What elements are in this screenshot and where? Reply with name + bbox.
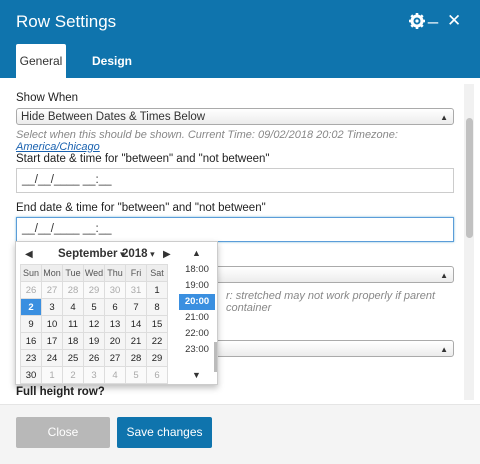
calendar-day[interactable]: 9 xyxy=(20,315,42,333)
time-option[interactable]: 23:00 xyxy=(179,342,215,358)
calendar-day[interactable]: 4 xyxy=(104,366,126,384)
calendar-day[interactable]: 28 xyxy=(125,349,147,367)
calendar-day[interactable]: 6 xyxy=(104,298,126,316)
year-select[interactable]: 2018 ▾ xyxy=(122,248,155,260)
weekday-header: Tue xyxy=(62,264,84,282)
end-label: End date & time for "between" and "not b… xyxy=(16,202,266,214)
calendar-day[interactable]: 26 xyxy=(83,349,105,367)
month-label: September xyxy=(58,248,118,260)
calendar-day[interactable]: 3 xyxy=(83,366,105,384)
calendar-day[interactable]: 7 xyxy=(125,298,147,316)
year-label: 2018 xyxy=(122,248,148,260)
calendar-day[interactable]: 19 xyxy=(83,332,105,350)
calendar-day[interactable]: 25 xyxy=(62,349,84,367)
hint-text: Select when this should be shown. Curren… xyxy=(16,129,398,141)
calendar-day[interactable]: 14 xyxy=(125,315,147,333)
calendar-day[interactable]: 2 xyxy=(20,298,42,316)
dialog-title: Row Settings xyxy=(16,12,117,31)
calendar-day[interactable]: 6 xyxy=(146,366,168,384)
start-label: Start date & time for "between" and "not… xyxy=(16,153,270,165)
close-icon[interactable]: ✕ xyxy=(447,11,461,31)
calendar-day[interactable]: 29 xyxy=(83,281,105,299)
weekday-header: Fri xyxy=(125,264,147,282)
dialog-footer: Close Save changes xyxy=(0,404,480,464)
weekday-header: Thu xyxy=(104,264,126,282)
select-arrows-icon: ▲ xyxy=(440,345,448,354)
datetime-picker: ◀ September ▾ 2018 ▾ ▶ ▲ Sun Mon Tue Wed Thu… xyxy=(15,241,218,385)
calendar-day[interactable]: 23 xyxy=(20,349,42,367)
weekday-header: Sat xyxy=(146,264,168,282)
calendar-day[interactable]: 18 xyxy=(62,332,84,350)
calendar-day[interactable]: 27 xyxy=(41,281,63,299)
calendar-day[interactable]: 29 xyxy=(146,349,168,367)
calendar-day[interactable]: 22 xyxy=(146,332,168,350)
time-scrollbar[interactable] xyxy=(214,342,217,372)
month-select[interactable]: September ▾ xyxy=(58,248,124,260)
weekday-header: Sun xyxy=(20,264,42,282)
show-when-value: Hide Between Dates & Times Below xyxy=(21,111,206,123)
tab-design-options[interactable]: Design Options xyxy=(72,44,152,102)
tab-general[interactable]: General xyxy=(16,44,66,78)
calendar-day[interactable]: 2 xyxy=(62,366,84,384)
calendar-day[interactable]: 31 xyxy=(125,281,147,299)
dialog-header: Row Settings _ ✕ General Design Options xyxy=(0,0,480,102)
save-changes-button[interactable]: Save changes xyxy=(117,417,212,448)
end-datetime-input[interactable]: __/__/____ __:__ xyxy=(16,217,454,242)
time-down-icon[interactable]: ▼ xyxy=(192,370,201,380)
show-when-label: Show When xyxy=(16,92,79,104)
calendar-day[interactable]: 20 xyxy=(104,332,126,350)
time-option[interactable]: 18:00 xyxy=(179,262,215,278)
minimize-icon[interactable]: _ xyxy=(428,4,438,25)
weekday-header: Wed xyxy=(83,264,105,282)
calendar-day[interactable]: 10 xyxy=(41,315,63,333)
calendar-day[interactable]: 21 xyxy=(125,332,147,350)
calendar-day[interactable]: 30 xyxy=(104,281,126,299)
scrollbar-thumb[interactable] xyxy=(466,118,473,238)
calendar-day[interactable]: 3 xyxy=(41,298,63,316)
calendar-day[interactable]: 27 xyxy=(104,349,126,367)
close-button[interactable]: Close xyxy=(16,417,110,448)
calendar-day[interactable]: 8 xyxy=(146,298,168,316)
calendar-day[interactable]: 1 xyxy=(41,366,63,384)
calendar-day[interactable]: 24 xyxy=(41,349,63,367)
calendar-day[interactable]: 5 xyxy=(125,366,147,384)
time-list: 18:00 19:00 20:00 21:00 22:00 23:00 xyxy=(179,262,215,380)
timezone-link[interactable]: America/Chicago xyxy=(16,141,100,153)
time-option[interactable]: 22:00 xyxy=(179,326,215,342)
prev-month-icon[interactable]: ◀ xyxy=(25,249,33,260)
weekday-header: Mon xyxy=(41,264,63,282)
stretch-hint: r: stretched may not work properly if pa… xyxy=(226,290,436,314)
calendar-day[interactable]: 17 xyxy=(41,332,63,350)
calendar-day[interactable]: 26 xyxy=(20,281,42,299)
calendar-day[interactable]: 30 xyxy=(20,366,42,384)
time-up-icon[interactable]: ▲ xyxy=(192,248,201,258)
full-height-label: Full height row? xyxy=(16,386,105,398)
time-option[interactable]: 21:00 xyxy=(179,310,215,326)
calendar-day[interactable]: 13 xyxy=(104,315,126,333)
calendar-grid: Sun Mon Tue Wed Thu Fri Sat 26 27 28 29 30 31 1 2 3 4 5 6… xyxy=(20,264,168,384)
show-when-hint: Select when this should be shown. Curren… xyxy=(16,129,480,153)
calendar-day[interactable]: 15 xyxy=(146,315,168,333)
calendar-day[interactable]: 12 xyxy=(83,315,105,333)
calendar-day[interactable]: 28 xyxy=(62,281,84,299)
calendar-day[interactable]: 1 xyxy=(146,281,168,299)
next-month-icon[interactable]: ▶ xyxy=(163,249,171,260)
calendar-day[interactable]: 11 xyxy=(62,315,84,333)
calendar-day[interactable]: 16 xyxy=(20,332,42,350)
select-arrows-icon: ▲ xyxy=(440,113,448,122)
start-datetime-input[interactable]: __/__/____ __:__ xyxy=(16,168,454,193)
calendar-day[interactable]: 4 xyxy=(62,298,84,316)
calendar-day[interactable]: 5 xyxy=(83,298,105,316)
time-option[interactable]: 19:00 xyxy=(179,278,215,294)
time-option[interactable]: 20:00 xyxy=(179,294,215,310)
select-arrows-icon: ▲ xyxy=(440,271,448,280)
gear-icon[interactable] xyxy=(409,13,425,29)
show-when-select[interactable]: Hide Between Dates & Times Below ▲ xyxy=(16,108,454,125)
